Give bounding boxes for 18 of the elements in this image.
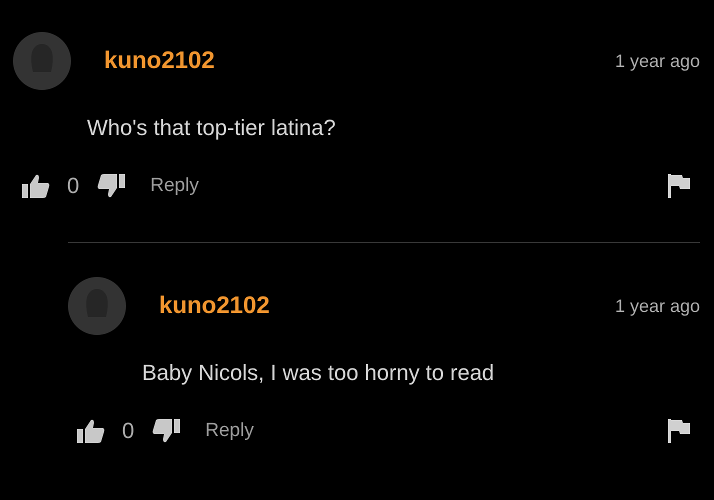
thumbs-down-icon[interactable] [97, 174, 126, 198]
comment-text: Who's that top-tier latina? [87, 114, 337, 142]
reply-button[interactable]: Reply [205, 420, 254, 442]
avatar-icon [13, 32, 71, 90]
timestamp: 1 year ago [614, 296, 700, 316]
thumbs-down-icon[interactable] [152, 419, 180, 443]
thumbs-up-icon[interactable] [22, 174, 50, 198]
like-count: 0 [122, 418, 134, 444]
avatar-icon [68, 277, 126, 335]
flag-icon[interactable] [668, 174, 690, 198]
reply-button[interactable]: Reply [150, 175, 199, 197]
timestamp: 1 year ago [614, 50, 700, 72]
thumbs-up-icon[interactable] [77, 419, 105, 443]
username[interactable]: kuno2102 [104, 47, 215, 75]
flag-icon[interactable] [668, 419, 690, 443]
username[interactable]: kuno2102 [159, 292, 270, 320]
comment-text: Baby Nicols, I was too horny to read [142, 359, 496, 387]
like-count: 0 [67, 173, 80, 199]
